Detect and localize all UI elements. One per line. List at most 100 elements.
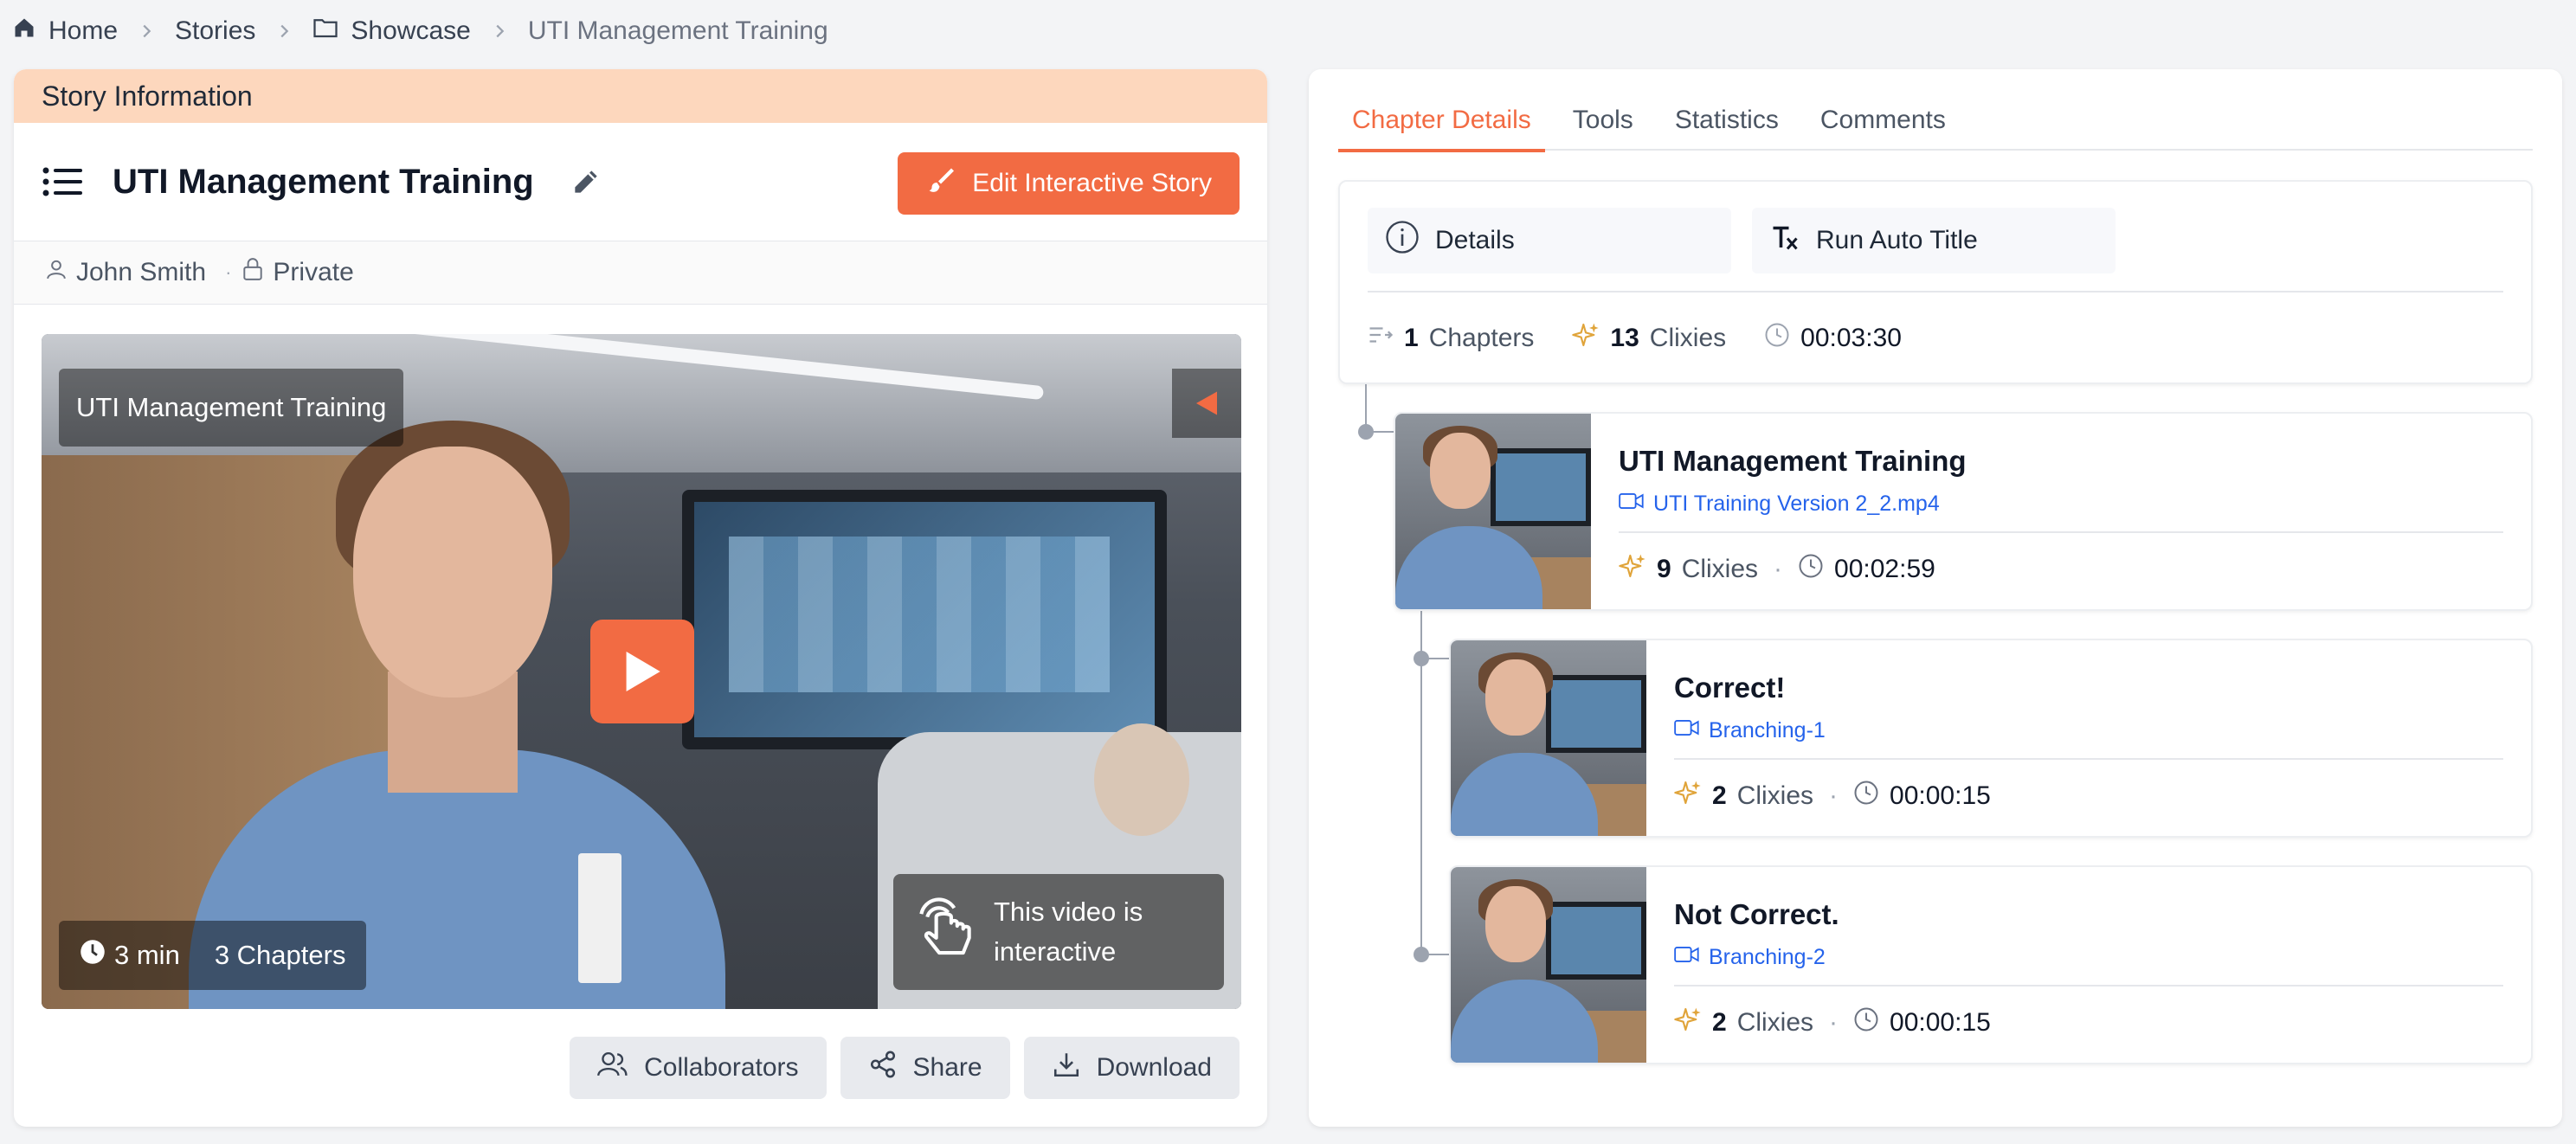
chevron-right-icon bbox=[274, 22, 293, 41]
video-camera-icon bbox=[1619, 492, 1645, 517]
tree-connector bbox=[1421, 658, 1452, 659]
chapter-body: Not Correct. Branching-2 2 Clixies · 00:… bbox=[1674, 867, 2503, 1063]
sparkle-icon bbox=[1572, 321, 1600, 356]
clock-icon bbox=[1798, 553, 1824, 586]
story-visibility-label: Private bbox=[273, 258, 354, 286]
download-button[interactable]: Download bbox=[1023, 1037, 1240, 1099]
clock-icon bbox=[80, 939, 106, 972]
breadcrumb-home-label: Home bbox=[48, 16, 119, 45]
video-chapters: 3 Chapters bbox=[214, 940, 346, 970]
chapter-thumbnail bbox=[1395, 414, 1591, 609]
chapter-duration: 00:00:15 bbox=[1890, 1008, 1991, 1037]
play-button[interactable] bbox=[590, 620, 694, 723]
clock-icon bbox=[1853, 780, 1879, 813]
share-icon bbox=[868, 1050, 898, 1086]
collaborators-label: Collaborators bbox=[644, 1053, 799, 1082]
summary-divider bbox=[1368, 291, 2503, 292]
story-title: UTI Management Training bbox=[113, 162, 534, 201]
tab-comments[interactable]: Comments bbox=[1806, 90, 1960, 151]
story-information-panel: Story Information UTI Management Trainin… bbox=[14, 69, 1267, 1127]
summary-chapters-label: Chapters bbox=[1428, 324, 1535, 352]
story-summary-card: Details Run Auto Title 1 Chapters 13 Cli… bbox=[1338, 180, 2533, 384]
chapter-card[interactable]: Not Correct. Branching-2 2 Clixies · 00:… bbox=[1449, 865, 2533, 1064]
collaborators-button[interactable]: Collaborators bbox=[570, 1037, 827, 1099]
video-stats-overlay: 3 min 3 Chapters bbox=[59, 921, 367, 990]
chapter-clixies-count: 2 bbox=[1712, 781, 1727, 810]
chapter-body: UTI Management Training UTI Training Ver… bbox=[1619, 414, 2503, 609]
video-player[interactable]: UTI Management Training 3 min 3 Chapters bbox=[42, 334, 1241, 1009]
chapter-tabs: Chapter Details Tools Statistics Comment… bbox=[1338, 90, 2533, 152]
chapter-title: Not Correct. bbox=[1674, 898, 1839, 930]
chapter-file-name: Branching-1 bbox=[1709, 718, 1826, 742]
chevron-right-icon bbox=[137, 22, 156, 41]
story-actions: Collaborators Share Download bbox=[570, 1037, 1240, 1099]
chapter-stats: 9 Clixies · 00:02:59 bbox=[1619, 549, 1935, 590]
summary-duration-value: 00:03:30 bbox=[1800, 324, 1902, 352]
share-label: Share bbox=[912, 1053, 982, 1082]
video-scene-badge bbox=[578, 853, 621, 983]
breadcrumb-stories[interactable]: Stories bbox=[175, 16, 255, 46]
chapter-clixies-label: Clixies bbox=[1681, 555, 1759, 583]
breadcrumb-current: UTI Management Training bbox=[528, 16, 828, 46]
clock-icon bbox=[1764, 322, 1790, 355]
video-duration: 3 min bbox=[80, 939, 180, 972]
video-scene-nurse-head bbox=[353, 447, 552, 697]
story-title-row: UTI Management Training Edit Interactive… bbox=[14, 123, 1267, 241]
paintbrush-icon bbox=[925, 164, 956, 202]
text-format-icon bbox=[1769, 222, 1800, 260]
chapter-file-link[interactable]: UTI Training Version 2_2.mp4 bbox=[1619, 492, 1940, 517]
chapter-card[interactable]: UTI Management Training UTI Training Ver… bbox=[1394, 412, 2533, 611]
chapter-file-link[interactable]: Branching-2 bbox=[1674, 945, 1826, 970]
chapter-duration: 00:00:15 bbox=[1890, 781, 1991, 810]
tab-tools[interactable]: Tools bbox=[1559, 90, 1647, 151]
breadcrumb-showcase[interactable]: Showcase bbox=[312, 16, 471, 46]
user-icon bbox=[45, 258, 68, 287]
edit-interactive-story-button[interactable]: Edit Interactive Story bbox=[898, 152, 1240, 215]
tab-statistics[interactable]: Statistics bbox=[1661, 90, 1793, 151]
details-label: Details bbox=[1435, 226, 1515, 254]
chapter-file-name: UTI Training Version 2_2.mp4 bbox=[1653, 492, 1940, 516]
run-auto-title-button[interactable]: Run Auto Title bbox=[1752, 208, 2116, 273]
story-author: John Smith bbox=[45, 258, 206, 287]
app-root: Home Stories Showcase UTI Management Tra… bbox=[0, 0, 2576, 1144]
video-duration-text: 3 min bbox=[114, 940, 180, 970]
chapter-clixies-label: Clixies bbox=[1736, 781, 1814, 810]
folder-icon bbox=[312, 16, 338, 46]
chapter-stats: 2 Clixies · 00:00:15 bbox=[1674, 1002, 1991, 1044]
edit-title-pencil-icon[interactable] bbox=[567, 163, 605, 201]
summary-chapters-count: 1 bbox=[1404, 324, 1419, 352]
breadcrumb-showcase-label: Showcase bbox=[351, 16, 471, 45]
chapter-card[interactable]: Correct! Branching-1 2 Clixies · 00:00:1… bbox=[1449, 639, 2533, 838]
lock-icon bbox=[242, 257, 264, 288]
home-icon bbox=[12, 16, 36, 47]
summary-clixies-count: 13 bbox=[1610, 324, 1639, 352]
details-button[interactable]: Details bbox=[1368, 208, 1731, 273]
summary-duration: 00:03:30 bbox=[1764, 322, 1902, 355]
breadcrumb-home[interactable]: Home bbox=[12, 16, 118, 47]
bookmark-flag-icon[interactable] bbox=[1172, 369, 1241, 438]
play-icon bbox=[626, 652, 660, 691]
chapter-divider bbox=[1619, 531, 2503, 533]
video-camera-icon bbox=[1674, 945, 1700, 970]
interactive-indicator: This video is interactive bbox=[893, 874, 1224, 990]
list-menu-icon[interactable] bbox=[42, 161, 83, 202]
story-information-heading: Story Information bbox=[42, 80, 253, 112]
stats-separator: · bbox=[1774, 555, 1783, 583]
info-icon bbox=[1385, 220, 1420, 261]
tab-chapter-details[interactable]: Chapter Details bbox=[1338, 90, 1545, 152]
breadcrumb: Home Stories Showcase UTI Management Tra… bbox=[12, 12, 828, 50]
share-button[interactable]: Share bbox=[840, 1037, 1010, 1099]
chapter-title: Correct! bbox=[1674, 672, 1786, 704]
chapter-clixies-count: 2 bbox=[1712, 1008, 1727, 1037]
summary-clixies-label: Clixies bbox=[1649, 324, 1727, 352]
summary-chapters: 1 Chapters bbox=[1368, 324, 1534, 353]
chapter-panel: Chapter Details Tools Statistics Comment… bbox=[1309, 69, 2562, 1127]
tree-connector bbox=[1366, 431, 1395, 433]
chapter-file-link[interactable]: Branching-1 bbox=[1674, 718, 1826, 743]
meta-separator: · bbox=[225, 261, 232, 283]
chapters-list-icon bbox=[1368, 324, 1394, 353]
sparkle-icon bbox=[1674, 779, 1702, 813]
chapter-file-name: Branching-2 bbox=[1709, 945, 1826, 969]
video-title-overlay: UTI Management Training bbox=[59, 369, 404, 447]
run-auto-title-label: Run Auto Title bbox=[1816, 226, 1978, 254]
